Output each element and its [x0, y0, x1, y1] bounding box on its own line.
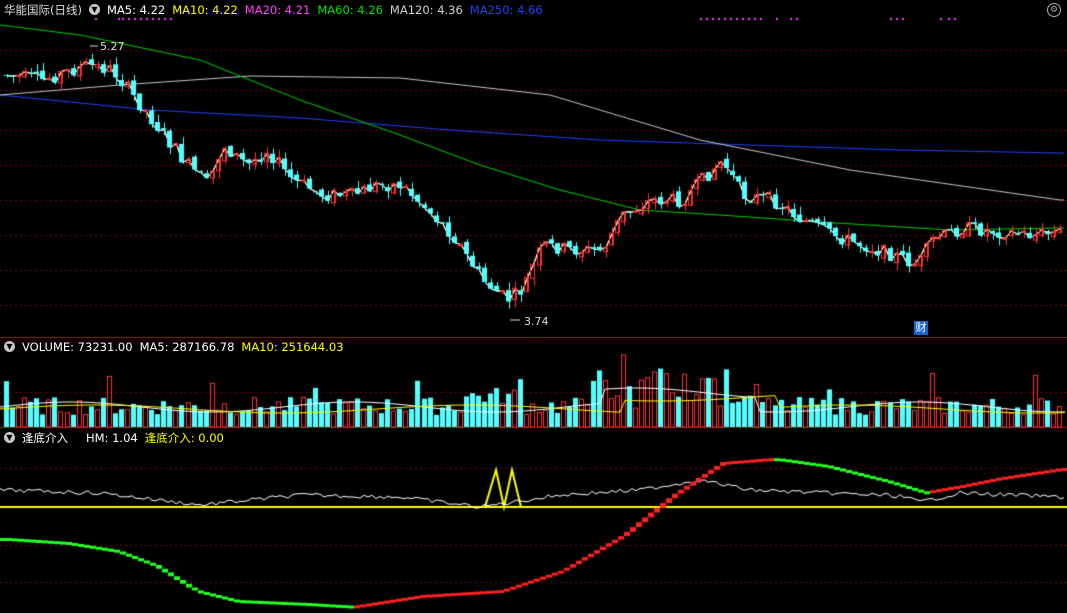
volume-settings-icon[interactable]: ▼ — [4, 341, 15, 352]
ma250-label: MA250: 4.66 — [469, 2, 543, 17]
high-price-label: 5.27 — [100, 40, 125, 53]
financial-event-marker[interactable]: 财 — [914, 321, 928, 335]
stock-title: 华能国际(日线) — [4, 2, 82, 17]
ma60-label: MA60: 4.26 — [317, 2, 383, 17]
volume-header: ▼ VOLUME: 73231.00 MA5: 287166.78 MA10: … — [0, 338, 351, 355]
hm-label: HM: 1.04 — [86, 430, 138, 445]
volume-ma5-label: MA5: 287166.78 — [139, 339, 235, 354]
ma10-label: MA10: 4.22 — [172, 2, 238, 17]
main-chart-header: 华能国际(日线) ▼ MA5: 4.22 MA10: 4.22 MA20: 4.… — [0, 1, 550, 18]
stock-chart-canvas[interactable] — [0, 0, 1067, 613]
ma120-label: MA120: 4.36 — [389, 2, 463, 17]
indicator-name: 逢底介入 — [22, 430, 68, 445]
ma5-label: MA5: 4.22 — [106, 2, 166, 17]
main-settings-icon[interactable]: ▼ — [88, 4, 100, 15]
volume-ma10-label: MA10: 251644.03 — [241, 339, 344, 354]
indicator-value-label: 逢底介入: 0.00 — [144, 430, 224, 445]
volume-label: VOLUME: 73231.00 — [22, 339, 133, 354]
low-price-label: 3.74 — [524, 315, 549, 328]
ma20-label: MA20: 4.21 — [244, 2, 311, 17]
gear-icon[interactable]: ⚙ — [1047, 3, 1061, 17]
indicator-settings-icon[interactable]: ▼ — [4, 432, 15, 443]
indicator-header: ▼ 逢底介入 HM: 1.04 逢底介入: 0.00 — [0, 429, 231, 446]
